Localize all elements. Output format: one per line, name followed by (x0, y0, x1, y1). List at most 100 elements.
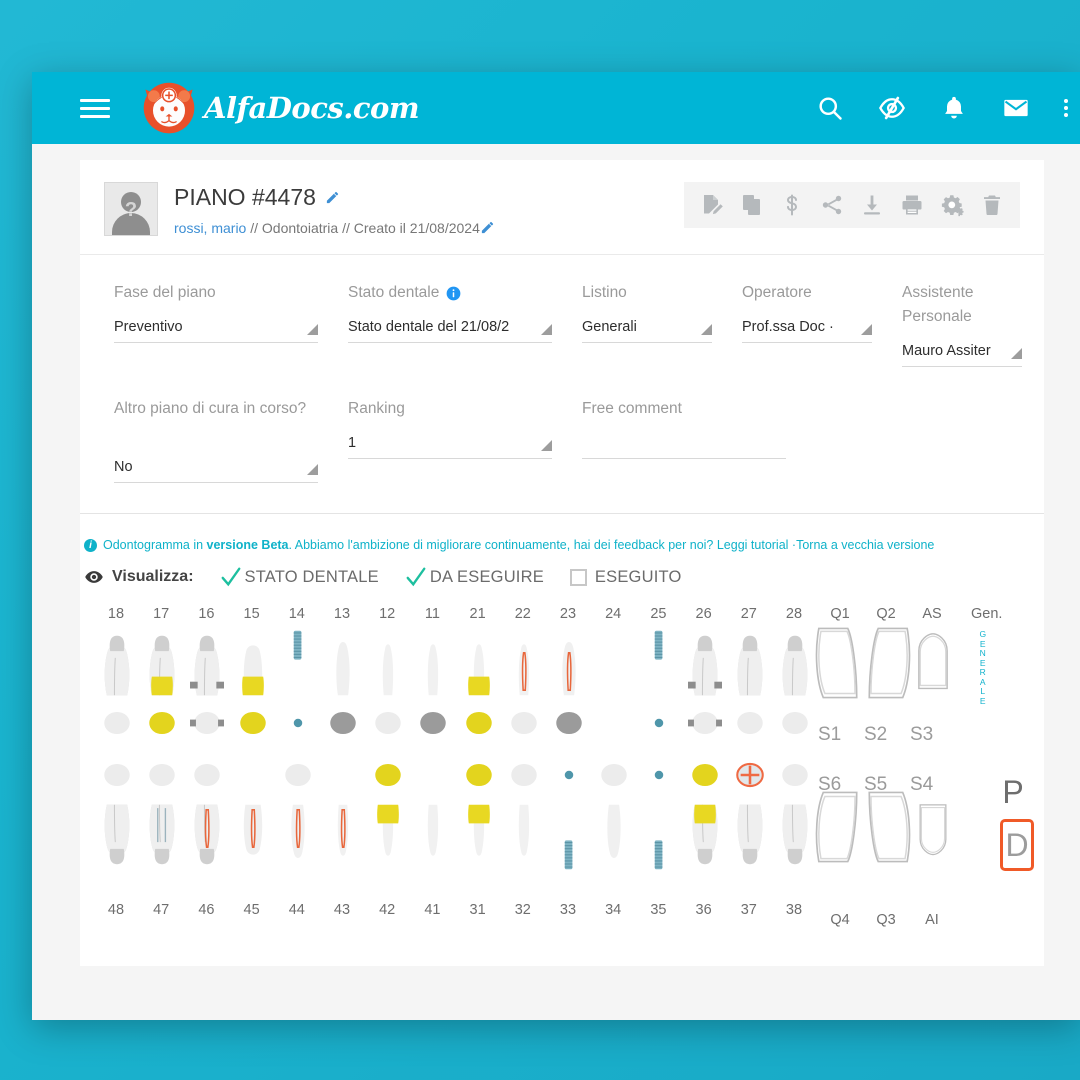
tooth-37-molar[interactable] (733, 802, 767, 872)
occlusal-slot-41[interactable] (416, 758, 450, 797)
tooth-slot-34[interactable] (597, 802, 631, 877)
arch-Q3[interactable] (858, 788, 914, 871)
occlusal-14[interactable] (281, 706, 315, 740)
bell-icon[interactable] (940, 94, 968, 122)
tooth-slot-21[interactable] (462, 628, 496, 703)
edit-title-pencil-icon[interactable] (325, 190, 340, 205)
occlusal-slot-47[interactable] (145, 758, 179, 797)
envelope-icon[interactable] (1002, 94, 1030, 122)
eye-off-icon[interactable] (878, 94, 906, 122)
tooth-23-canine[interactable] (552, 628, 586, 698)
download-icon[interactable] (860, 193, 884, 217)
occlusal-slot-21[interactable] (462, 706, 496, 745)
tooth-slot-12[interactable] (371, 628, 405, 703)
occlusal-32[interactable] (507, 758, 541, 792)
tooth-slot-27[interactable] (733, 628, 767, 703)
occlusal-slot-22[interactable] (507, 706, 541, 745)
tooth-slot-15[interactable] (236, 628, 270, 703)
occlusal-slot-27[interactable] (733, 706, 767, 745)
tooth-slot-26[interactable] (687, 628, 722, 703)
label-d-highlighted[interactable]: D (1000, 819, 1034, 871)
tooth-47-molar[interactable] (145, 802, 179, 872)
tooth-22-incisor[interactable] (507, 628, 541, 698)
tooth-46-molar[interactable] (190, 802, 224, 872)
occlusal-slot-34[interactable] (597, 758, 631, 797)
occlusal-38[interactable] (778, 758, 812, 792)
tooth-slot-13[interactable] (326, 628, 360, 703)
share-icon[interactable] (820, 193, 844, 217)
label-p[interactable]: P (1000, 774, 1026, 811)
tooth-42-incisor[interactable] (371, 802, 405, 872)
occlusal-35[interactable] (642, 758, 676, 792)
tooth-slot-24[interactable] (597, 628, 631, 703)
occlusal-slot-25[interactable] (642, 706, 676, 745)
tooth-24-missing[interactable] (597, 628, 631, 698)
tooth-slot-45[interactable] (236, 802, 270, 877)
occlusal-13[interactable] (326, 706, 360, 740)
sextant-S6[interactable]: S6 (818, 774, 841, 796)
occlusal-slot-44[interactable] (281, 758, 315, 797)
toggle-eseguito[interactable]: ESEGUITO (569, 568, 682, 587)
tooth-34-canine[interactable] (597, 802, 631, 872)
tooth-28-molar[interactable] (778, 628, 812, 698)
occlusal-36[interactable] (688, 758, 722, 792)
sextant-S5[interactable]: S5 (864, 774, 887, 796)
tooth-48-molar[interactable] (100, 802, 134, 872)
tooth-slot-41[interactable] (416, 802, 450, 877)
tooth-16-molar[interactable] (190, 628, 225, 698)
occlusal-34[interactable] (597, 758, 631, 792)
select-fase-del-piano[interactable]: Preventivo (114, 317, 318, 343)
tooth-slot-35[interactable] (642, 802, 676, 877)
tooth-44-canine[interactable] (281, 802, 315, 872)
trash-icon[interactable] (980, 193, 1004, 217)
tooth-slot-47[interactable] (145, 802, 179, 877)
arch-Q2[interactable] (858, 624, 914, 707)
info-icon[interactable] (446, 286, 461, 301)
kebab-menu-icon[interactable] (1064, 99, 1070, 117)
occlusal-17[interactable] (145, 706, 179, 740)
print-icon[interactable] (900, 193, 924, 217)
occlusal-16[interactable] (190, 706, 225, 740)
tooth-15-premolar[interactable] (236, 628, 270, 698)
tooth-43-incisor[interactable] (326, 802, 360, 872)
sextant-S2[interactable]: S2 (864, 724, 887, 746)
occlusal-37[interactable] (733, 758, 767, 792)
tooth-slot-36[interactable] (688, 802, 722, 877)
select-stato-dentale[interactable]: Stato dentale del 21/08/2 (348, 317, 552, 343)
tooth-slot-23[interactable] (552, 628, 586, 703)
tooth-12-incisor[interactable] (371, 628, 405, 698)
settings-gears-icon[interactable] (940, 193, 964, 217)
occlusal-slot-38[interactable] (778, 758, 812, 797)
occlusal-slot-37[interactable] (733, 758, 767, 797)
tooth-11-incisor[interactable] (416, 628, 450, 698)
occlusal-28[interactable] (778, 706, 812, 740)
tooth-slot-48[interactable] (100, 802, 134, 877)
occlusal-slot-48[interactable] (100, 758, 134, 797)
occlusal-slot-17[interactable] (145, 706, 179, 745)
occlusal-47[interactable] (145, 758, 179, 792)
sign-document-icon[interactable] (700, 193, 724, 217)
occlusal-slot-31[interactable] (462, 758, 496, 797)
occlusal-11[interactable] (416, 706, 450, 740)
tooth-14-implant[interactable] (281, 628, 315, 698)
arch-AI[interactable] (908, 798, 958, 863)
tooth-13-canine[interactable] (326, 628, 360, 698)
tooth-slot-37[interactable] (733, 802, 767, 877)
occlusal-slot-46[interactable] (190, 758, 224, 797)
sextant-S4[interactable]: S4 (910, 774, 933, 796)
tooth-33-implant[interactable] (552, 802, 586, 872)
occlusal-23[interactable] (552, 706, 586, 740)
old-version-link[interactable]: Torna a vecchia versione (796, 538, 934, 552)
occlusal-21[interactable] (462, 706, 496, 740)
tooth-slot-31[interactable] (462, 802, 496, 877)
occlusal-slot-36[interactable] (688, 758, 722, 797)
generale-vertical-label[interactable]: G E N E R A L E (978, 629, 988, 706)
patient-link[interactable]: rossi, mario (174, 220, 246, 236)
tooth-45-premolar[interactable] (236, 802, 270, 872)
occlusal-slot-15[interactable] (236, 706, 270, 745)
occlusal-slot-26[interactable] (687, 706, 722, 745)
select-ranking[interactable]: 1 (348, 433, 552, 459)
occlusal-33[interactable] (552, 758, 586, 792)
copy-icon[interactable] (740, 193, 764, 217)
occlusal-slot-13[interactable] (326, 706, 360, 745)
